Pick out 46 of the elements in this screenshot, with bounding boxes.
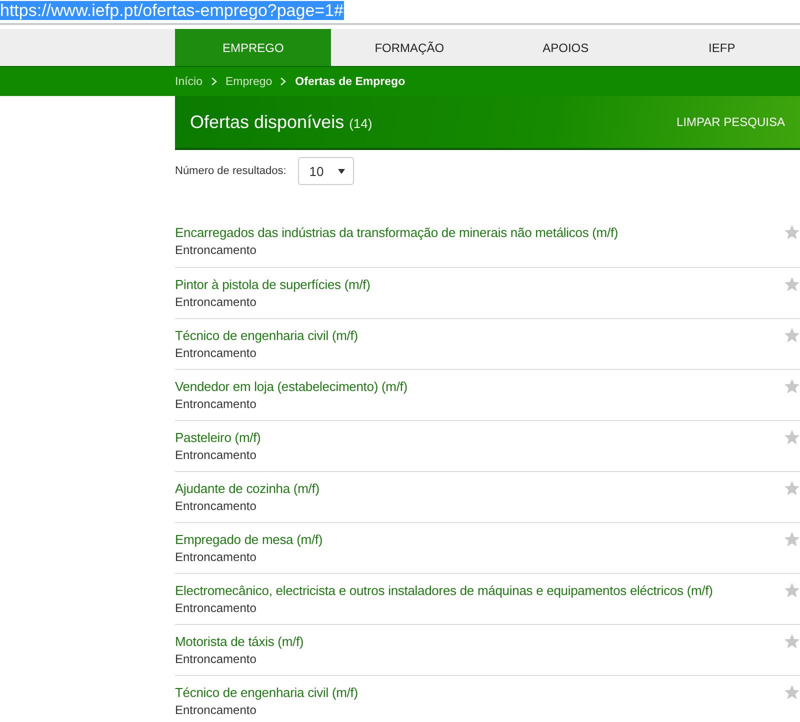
star-icon[interactable] (784, 480, 800, 497)
dropdown-caret-icon (338, 168, 346, 174)
results-title: Ofertas disponíveis (190, 112, 344, 132)
nav-tab[interactable]: EMPREGO (175, 29, 332, 66)
offer-title-link[interactable]: Pasteleiro (m/f) (175, 430, 261, 445)
results-select[interactable]: 10 (298, 157, 354, 185)
results-count: (14) (349, 116, 372, 130)
breadcrumb-link[interactable]: Início (175, 76, 202, 88)
offer-location: Entroncamento (175, 550, 258, 564)
nav-tab[interactable]: APOIOS (488, 29, 644, 66)
offer-title-link[interactable]: Pintor à pistola de superfícies (m/f) (175, 277, 370, 292)
star-icon[interactable] (784, 276, 800, 293)
offer-location: Entroncamento (175, 243, 258, 257)
star-icon[interactable] (784, 327, 800, 344)
offer-title-link[interactable]: Ajudante de cozinha (m/f) (175, 481, 320, 496)
offer-location: Entroncamento (175, 448, 258, 462)
offer-location: Entroncamento (175, 652, 258, 666)
offer-title-link[interactable]: Motorista de táxis (m/f) (175, 634, 304, 649)
url-text[interactable]: https://www.iefp.pt/ofertas-emprego?page=1# (0, 1, 344, 20)
clear-search-button[interactable]: LIMPAR PESQUISA (676, 115, 785, 129)
chevron-icon (280, 77, 288, 86)
chevron-icon (210, 77, 218, 86)
offer-location: Entroncamento (175, 499, 258, 513)
offer-location: Entroncamento (175, 346, 258, 360)
offer-title-link[interactable]: Encarregados das indústrias da transformação de minerais não metálicos (m/f) (175, 225, 618, 240)
star-icon[interactable] (784, 684, 800, 701)
star-icon[interactable] (784, 429, 800, 446)
offer-title-link[interactable]: Electromecânico, electricista e outros instaladores de máquinas e equipamentos eléctricos (m/f) (175, 583, 713, 598)
offer-location: Entroncamento (175, 397, 258, 411)
results-label: Número de resultados: (175, 165, 286, 177)
offer-title-link[interactable]: Técnico de engenharia civil (m/f) (175, 685, 358, 700)
nav-tab[interactable]: FORMAÇÃO (331, 29, 488, 66)
star-icon[interactable] (784, 378, 800, 395)
offer-location: Entroncamento (175, 601, 258, 615)
offer-title-link[interactable]: Empregado de mesa (m/f) (175, 532, 323, 547)
nav-tab[interactable]: IEFP (644, 29, 800, 66)
breadcrumb-link[interactable]: Ofertas de Emprego (295, 76, 406, 88)
star-icon[interactable] (784, 531, 800, 548)
offer-location: Entroncamento (175, 703, 258, 717)
star-icon[interactable] (784, 633, 800, 650)
star-icon[interactable] (784, 582, 800, 599)
star-icon[interactable] (784, 224, 800, 241)
offer-location: Entroncamento (175, 295, 258, 309)
offer-title-link[interactable]: Vendedor em loja (estabelecimento) (m/f) (175, 379, 408, 394)
breadcrumb-link[interactable]: Emprego (226, 76, 272, 88)
offer-title-link[interactable]: Técnico de engenharia civil (m/f) (175, 328, 358, 343)
